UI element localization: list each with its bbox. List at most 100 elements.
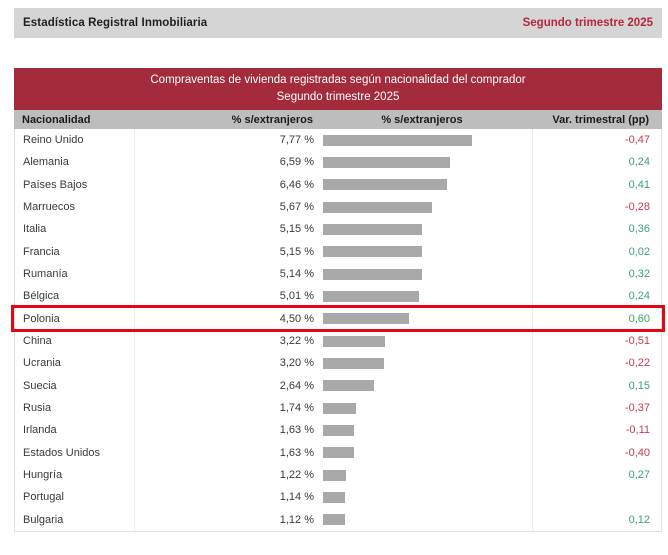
- report-period: Segundo trimestre 2025: [523, 17, 653, 29]
- nationality-label: Alemania: [15, 156, 134, 168]
- nationality-table: Compraventas de vivienda registradas seg…: [14, 68, 662, 532]
- nationality-label: Hungría: [15, 469, 134, 481]
- pct-bar: [323, 269, 422, 280]
- pct-foreigners-value: 6,59 %: [134, 156, 314, 168]
- column-divider: [532, 129, 533, 531]
- table-row: Bélgica5,01 % 0,24: [15, 285, 661, 307]
- quarterly-variation-value: 0,41: [532, 179, 663, 191]
- pct-bar: [323, 179, 447, 190]
- table-title-banner: Compraventas de vivienda registradas seg…: [14, 68, 662, 110]
- pct-bar: [323, 246, 422, 257]
- table-row: Estados Unidos1,63 % -0,40: [15, 442, 661, 464]
- quarterly-variation-value: -0,22: [532, 357, 663, 369]
- table-title-line2: Segundo trimestre 2025: [14, 91, 662, 103]
- column-header-pct: % s/extranjeros: [133, 114, 313, 126]
- table-row: Rumanía5,14 %0,32: [15, 263, 661, 285]
- pct-bar: [323, 514, 345, 525]
- bar-cell: [314, 291, 532, 302]
- pct-foreigners-value: 5,14 %: [134, 268, 314, 280]
- table-row: Portugal1,14 %: [15, 486, 661, 508]
- pct-foreigners-value: 1,14 %: [134, 491, 314, 503]
- table-row: Francia5,15 %0,02: [15, 241, 661, 263]
- pct-foreigners-value: 4,50 %: [134, 313, 314, 325]
- pct-foreigners-value: 7,77 %: [134, 134, 314, 146]
- pct-foreigners-value: 3,20 %: [134, 357, 314, 369]
- pct-foreigners-value: 1,74 %: [134, 402, 314, 414]
- pct-foreigners-value: 5,67 %: [134, 201, 314, 213]
- pct-bar: [323, 291, 419, 302]
- bar-cell: [314, 403, 532, 414]
- pct-foreigners-value: 3,22 %: [134, 335, 314, 347]
- nationality-label: Estados Unidos: [15, 447, 134, 459]
- table-row: Italia5,15 % 0,36: [15, 218, 661, 240]
- pct-foreigners-value: 1,63 %: [134, 447, 314, 459]
- nationality-label: Bulgaria: [15, 514, 134, 526]
- pct-foreigners-value: 5,01 %: [134, 290, 314, 302]
- quarterly-variation-value: 0,36: [532, 223, 663, 235]
- nationality-label: Reino Unido: [15, 134, 134, 146]
- pct-bar: [323, 336, 385, 347]
- bar-cell: [314, 514, 532, 525]
- quarterly-variation-value: 0,24: [532, 156, 663, 168]
- pct-foreigners-value: 1,63 %: [134, 424, 314, 436]
- pct-foreigners-value: 1,22 %: [134, 469, 314, 481]
- column-header-var-trimestral: Var. trimestral (pp): [531, 114, 662, 126]
- column-header-nacionalidad: Nacionalidad: [14, 114, 133, 126]
- nationality-label: China: [15, 335, 134, 347]
- quarterly-variation-value: -0,40: [532, 447, 663, 459]
- bar-cell: [314, 179, 532, 190]
- table-row: Polonia4,50 %0,60: [15, 308, 661, 330]
- table-row: Marruecos5,67 %-0,28: [15, 196, 661, 218]
- pct-bar: [323, 380, 374, 391]
- table-row: China3,22 %-0,51: [15, 330, 661, 352]
- table-title-line1: Compraventas de vivienda registradas seg…: [14, 74, 662, 86]
- pct-bar: [323, 135, 472, 146]
- bar-cell: [314, 313, 532, 324]
- bar-cell: [314, 336, 532, 347]
- quarterly-variation-value: 0,27: [532, 469, 663, 481]
- table-row: Irlanda1,63 % -0,11: [15, 419, 661, 441]
- quarterly-variation-value: -0,11: [532, 424, 663, 436]
- table-row: Bulgaria1,12 % 0,12: [15, 509, 661, 531]
- quarterly-variation-value: -0,47: [532, 134, 663, 146]
- pct-bar: [323, 425, 354, 436]
- nationality-label: Suecia: [15, 380, 134, 392]
- bar-cell: [314, 358, 532, 369]
- nationality-label: Rusia: [15, 402, 134, 414]
- bar-cell: [314, 447, 532, 458]
- column-header-row: Nacionalidad % s/extranjeros % s/extranj…: [14, 110, 662, 129]
- nationality-label: Italia: [15, 223, 134, 235]
- table-row: Rusia1,74 % -0,37: [15, 397, 661, 419]
- bar-cell: [314, 492, 532, 503]
- bar-cell: [314, 202, 532, 213]
- nationality-label: Ucrania: [15, 357, 134, 369]
- nationality-label: Países Bajos: [15, 179, 134, 191]
- nationality-label: Portugal: [15, 491, 134, 503]
- pct-foreigners-value: 2,64 %: [134, 380, 314, 392]
- table-row: Suecia2,64 % 0,15: [15, 375, 661, 397]
- pct-bar: [323, 313, 409, 324]
- pct-foreigners-value: 5,15 %: [134, 223, 314, 235]
- table-row: Alemania6,59 % 0,24: [15, 151, 661, 173]
- quarterly-variation-value: 0,24: [532, 290, 663, 302]
- quarterly-variation-value: 0,15: [532, 380, 663, 392]
- pct-bar: [323, 157, 450, 168]
- quarterly-variation-value: 0,02: [532, 246, 663, 258]
- bar-cell: [314, 135, 532, 146]
- bar-cell: [314, 380, 532, 391]
- quarterly-variation-value: 0,12: [532, 514, 663, 526]
- bar-cell: [314, 246, 532, 257]
- bar-cell: [314, 269, 532, 280]
- nationality-label: Irlanda: [15, 424, 134, 436]
- quarterly-variation-value: -0,37: [532, 402, 663, 414]
- table-row: Hungría1,22 % 0,27: [15, 464, 661, 486]
- report-title: Estadística Registral Inmobiliaria: [23, 17, 207, 29]
- nationality-label: Marruecos: [15, 201, 134, 213]
- table-rows: Reino Unido7,77 % -0,47 Alemania6,59 % 0,24…: [14, 129, 662, 532]
- bar-cell: [314, 224, 532, 235]
- top-header-bar: Estadística Registral Inmobiliaria Segun…: [14, 8, 662, 38]
- nationality-label: Bélgica: [15, 290, 134, 302]
- pct-foreigners-value: 1,12 %: [134, 514, 314, 526]
- pct-bar: [323, 403, 356, 414]
- pct-foreigners-value: 6,46 %: [134, 179, 314, 191]
